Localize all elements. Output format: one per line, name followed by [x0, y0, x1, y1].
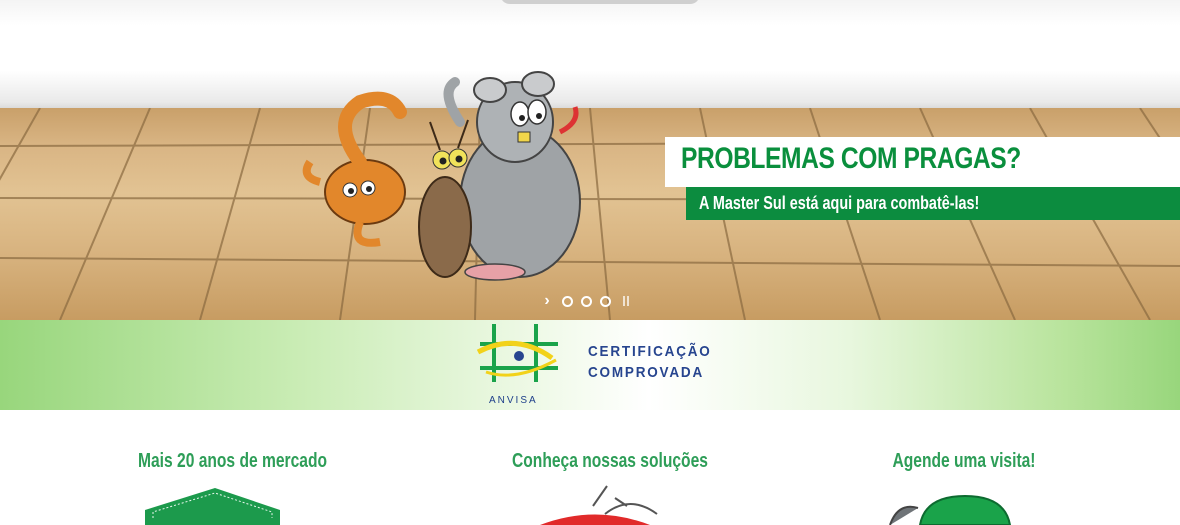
scorpion-character [302, 91, 407, 247]
badge-icon[interactable] [145, 488, 280, 525]
banner-title: PROBLEMAS COM PRAGAS? [681, 142, 1021, 175]
pest-mascots-illustration [302, 71, 581, 281]
anvisa-logo-icon [476, 324, 558, 382]
cockroach-character [418, 119, 472, 278]
certification-text: CERTIFICAÇÃO COMPROVADA [588, 341, 712, 383]
feature-title-experience[interactable]: Mais 20 anos de mercado [138, 450, 327, 473]
banner-subtitle: A Master Sul está aqui para combatê-las! [699, 193, 980, 213]
slider-controls: › [540, 292, 629, 310]
slider-next-arrow-icon[interactable]: › [540, 292, 554, 310]
slider-dot-3[interactable] [600, 295, 611, 307]
anvisa-label: ANVISA [489, 395, 538, 406]
certification-line-1: CERTIFICAÇÃO [588, 343, 712, 360]
feature-title-solutions[interactable]: Conheça nossas soluções [512, 450, 708, 473]
certification-line-2: COMPROVADA [588, 364, 705, 381]
feature-title-schedule-visit[interactable]: Agende uma visita! [886, 450, 1042, 473]
hero-banner: PROBLEMAS COM PRAGAS? A Master Sul está … [0, 0, 1180, 320]
slider-dot-2[interactable] [581, 295, 592, 307]
slider-dot-1[interactable] [562, 295, 573, 307]
solutions-icon[interactable] [535, 484, 665, 525]
schedule-visit-icon[interactable] [880, 494, 1050, 525]
slider-pause-icon[interactable] [623, 296, 629, 306]
hero-top-ornament [500, 0, 700, 4]
